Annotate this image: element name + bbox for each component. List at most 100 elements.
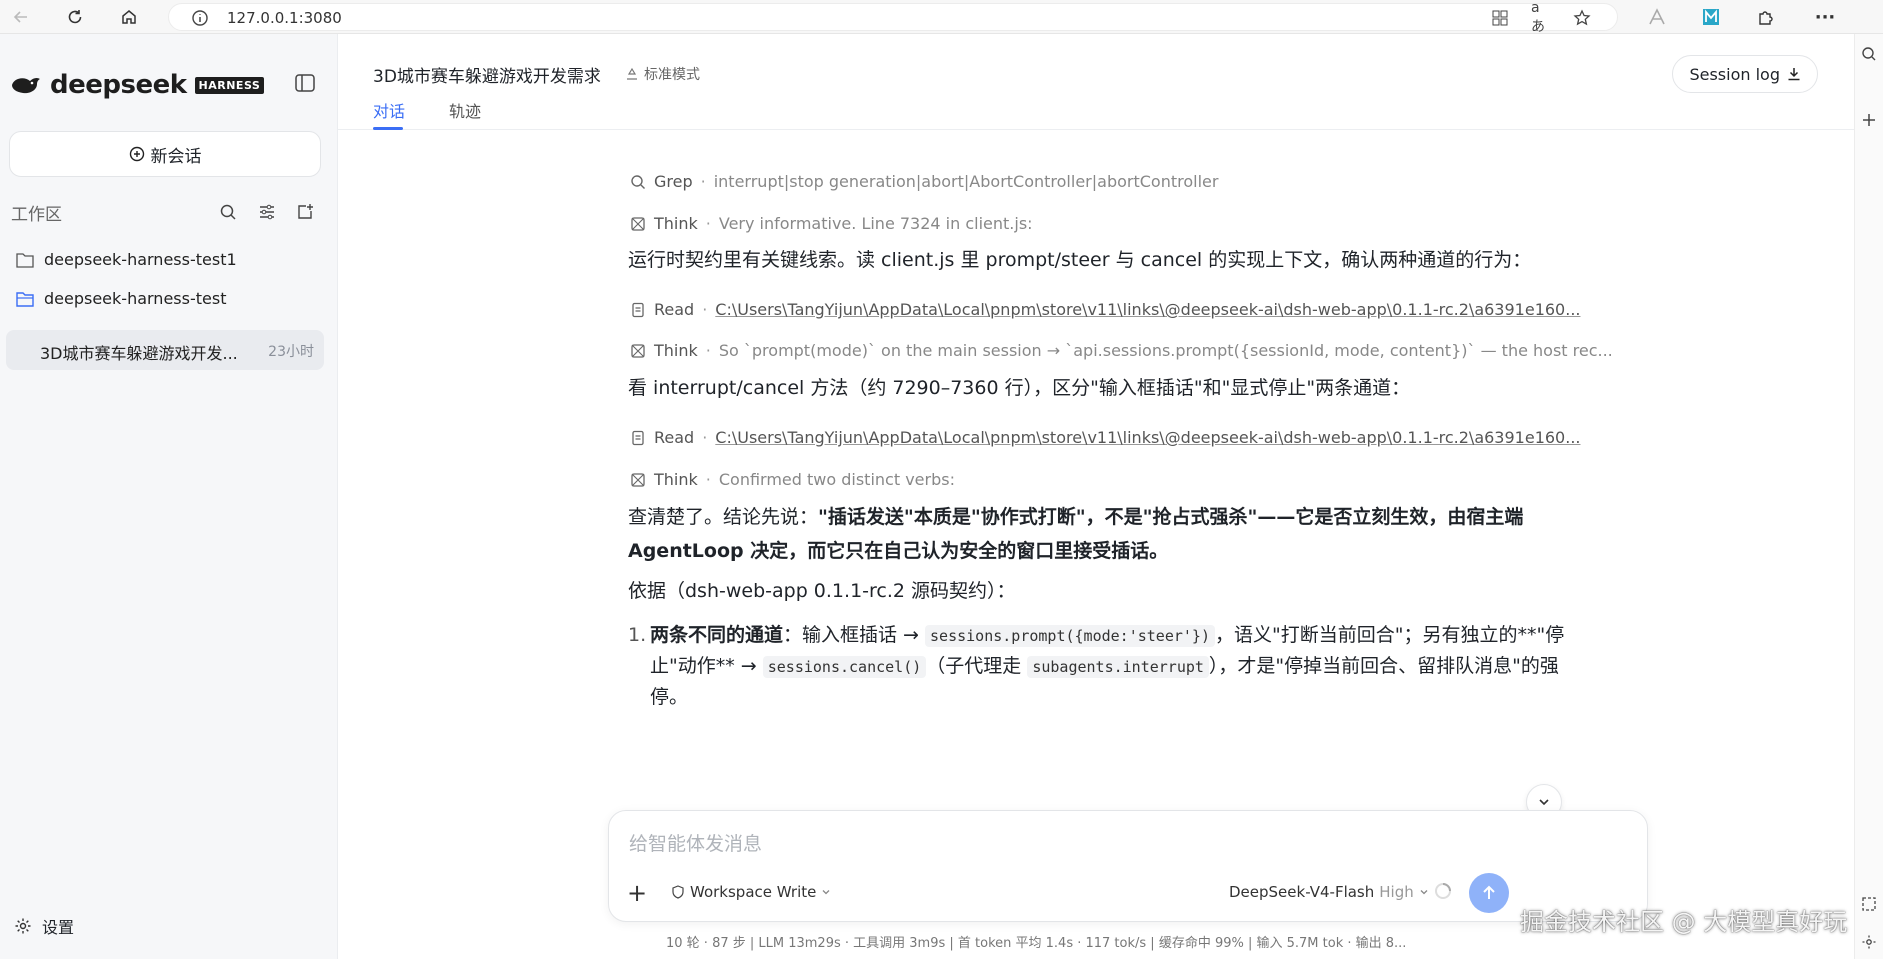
- session-log-button[interactable]: Session log: [1672, 55, 1818, 93]
- settings-button[interactable]: 设置: [14, 914, 74, 938]
- download-icon: [1788, 68, 1800, 81]
- tool-name: Think: [654, 341, 698, 360]
- tool-name: Think: [654, 470, 698, 489]
- add-icon[interactable]: [1861, 112, 1877, 132]
- inline-code: sessions.cancel(): [762, 656, 927, 678]
- search-icon[interactable]: [216, 200, 240, 224]
- think-icon: [628, 343, 648, 359]
- search-icon: [628, 174, 648, 190]
- extension-m-icon[interactable]: [1698, 4, 1724, 30]
- workspace-header: 工作区: [11, 200, 321, 225]
- list-number: 1.: [628, 624, 647, 646]
- sidebar: deepseek HARNESS 新会话 工作区 deepseek-harnes…: [0, 34, 338, 959]
- brand-name: deepseek: [50, 70, 187, 100]
- conclusion-text: 查清楚了。结论先说："插话发送"本质是"协作式打断"，不是"抢占式强杀"——它是…: [628, 500, 1588, 568]
- right-edge-panel: [1854, 34, 1883, 959]
- tool-call-think[interactable]: Think · So `prompt(mode)` on the main ses…: [628, 341, 1613, 360]
- extensions-puzzle-icon[interactable]: [1752, 4, 1778, 30]
- loading-spinner-icon: [1433, 881, 1453, 905]
- url-text: 127.0.0.1:3080: [227, 9, 342, 27]
- new-chat-label: 新会话: [150, 146, 202, 167]
- message-thread: Grep · interrupt|stop generation|abort|Ab…: [628, 130, 1628, 830]
- whale-icon: [12, 77, 40, 94]
- new-chat-button[interactable]: 新会话: [9, 131, 321, 177]
- session-log-label: Session log: [1689, 64, 1780, 84]
- tool-name: Think: [654, 214, 698, 233]
- project-item[interactable]: deepseek-harness-test1: [16, 250, 237, 269]
- tool-arg: interrupt|stop generation|abort|AbortCon…: [713, 172, 1219, 191]
- plus-circle-icon: [129, 146, 144, 162]
- document-icon: [628, 430, 648, 446]
- tool-name: Read: [654, 428, 695, 447]
- screenshot-icon[interactable]: [1861, 896, 1877, 916]
- list-item: 1. 两条不同的通道：输入框插话 → sessions.prompt({mode…: [628, 620, 1588, 712]
- home-icon[interactable]: [116, 4, 142, 30]
- reload-icon[interactable]: [62, 4, 88, 30]
- session-item[interactable]: 3D城市赛车躲避游戏开发... 23小时: [6, 330, 324, 370]
- model-selector[interactable]: DeepSeek-V4-Flash High: [1229, 883, 1429, 901]
- session-time: 23小时: [268, 344, 314, 360]
- gear-icon[interactable]: [1861, 934, 1877, 954]
- conclusion-prefix: 查清楚了。结论先说：: [628, 506, 819, 528]
- tool-name: Grep: [654, 172, 693, 191]
- list-text: ：输入框插话 →: [783, 624, 926, 646]
- list-text: （子代理走: [926, 655, 1028, 677]
- tool-call-read[interactable]: Read · C:\Users\TangYijun\AppData\Local\p…: [628, 300, 1580, 319]
- browser-toolbar: 127.0.0.1:3080 aあ ···: [0, 0, 1883, 35]
- address-bar[interactable]: 127.0.0.1:3080 aあ: [168, 0, 1618, 35]
- assistant-text: 运行时契约里有关键线索。读 client.js 里 prompt/steer 与…: [628, 249, 1532, 271]
- recycle-icon: [627, 67, 637, 80]
- arrow-up-icon: [1483, 885, 1495, 899]
- brand-badge: HARNESS: [194, 76, 265, 94]
- file-path-link[interactable]: C:\Users\TangYijun\AppData\Local\pnpm\st…: [715, 428, 1580, 447]
- mode-indicator[interactable]: 标准模式: [625, 64, 700, 84]
- add-folder-icon[interactable]: [293, 200, 317, 224]
- brand-logo[interactable]: deepseek HARNESS: [10, 70, 265, 100]
- shield-icon: [672, 885, 684, 899]
- tool-call-think[interactable]: Think · Very informative. Line 7324 in cl…: [628, 214, 1033, 233]
- workspace-label: 工作区: [11, 205, 62, 225]
- sidebar-toggle-icon[interactable]: [294, 72, 316, 98]
- translate-icon[interactable]: aあ: [1531, 0, 1553, 35]
- tool-call-grep[interactable]: Grep · interrupt|stop generation|abort|Ab…: [628, 172, 1218, 191]
- extension-a-icon[interactable]: [1644, 4, 1670, 30]
- apps-icon[interactable]: [1489, 7, 1511, 29]
- chevron-down-icon: [822, 890, 830, 895]
- search-icon[interactable]: [1861, 46, 1877, 66]
- message-input[interactable]: 给智能体发消息: [629, 829, 762, 856]
- gear-icon: [15, 918, 31, 934]
- tool-arg: Very informative. Line 7324 in client.js…: [718, 214, 1033, 233]
- tool-name: Read: [654, 300, 695, 319]
- mode-label: 标准模式: [644, 67, 700, 83]
- tool-arg: Confirmed two distinct verbs:: [718, 470, 955, 489]
- back-icon[interactable]: [8, 4, 34, 30]
- active-tab-indicator: [373, 127, 403, 130]
- model-name: DeepSeek-V4-Flash: [1229, 883, 1375, 901]
- chevron-down-icon: [1539, 799, 1549, 806]
- project-item[interactable]: deepseek-harness-test: [16, 289, 226, 308]
- tab-conversation[interactable]: 对话: [373, 98, 405, 122]
- document-icon: [628, 302, 648, 318]
- main-panel: 3D城市赛车躲避游戏开发需求 标准模式 对话 轨迹 Session log Gr…: [338, 34, 1854, 959]
- chevron-down-icon: [1420, 890, 1428, 895]
- list-item-title: 两条不同的通道: [650, 624, 784, 646]
- favorite-star-icon[interactable]: [1571, 7, 1593, 29]
- file-path-link[interactable]: C:\Users\TangYijun\AppData\Local\pnpm\st…: [715, 300, 1580, 319]
- think-icon: [628, 216, 648, 232]
- folder-icon: [16, 252, 34, 268]
- assistant-text: 看 interrupt/cancel 方法（约 7290–7360 行），区分"…: [628, 377, 1411, 399]
- filter-icon[interactable]: [255, 200, 279, 224]
- send-button[interactable]: [1469, 873, 1509, 913]
- assistant-text: 依据（dsh-web-app 0.1.1-rc.2 源码契约）：: [628, 580, 1016, 602]
- page-title: 3D城市赛车躲避游戏开发需求: [373, 67, 601, 87]
- tool-arg: So `prompt(mode)` on the main session → …: [718, 341, 1613, 360]
- tool-call-think[interactable]: Think · Confirmed two distinct verbs:: [628, 470, 955, 489]
- project-name: deepseek-harness-test: [44, 289, 227, 308]
- tab-trajectory[interactable]: 轨迹: [449, 98, 481, 122]
- workspace-permission-selector[interactable]: Workspace Write: [671, 883, 831, 901]
- tool-call-read[interactable]: Read · C:\Users\TangYijun\AppData\Local\p…: [628, 428, 1580, 447]
- project-name: deepseek-harness-test1: [44, 250, 237, 269]
- more-menu-icon[interactable]: ···: [1812, 4, 1838, 30]
- info-icon[interactable]: [191, 9, 209, 31]
- attach-plus-button[interactable]: +: [623, 879, 651, 907]
